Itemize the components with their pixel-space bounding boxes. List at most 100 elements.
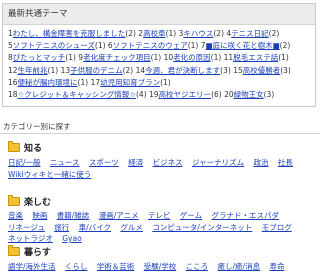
theme-link[interactable]: ぴたっとマッチ: [13, 53, 66, 62]
theme-item-count: (3): [220, 65, 231, 75]
theme-item-count: (1): [150, 53, 162, 63]
category-heading: カテゴリー別に探す: [3, 122, 71, 131]
section-title: 楽しむ: [24, 197, 52, 208]
theme-link[interactable]: ソフトテニスのウェア: [113, 41, 188, 50]
folder-icon: [8, 140, 20, 152]
section-title: 知る: [24, 143, 43, 154]
theme-item: 2高校車(1): [138, 29, 176, 38]
theme-item-number: 16: [8, 77, 18, 87]
category-link[interactable]: 学術＆芸術: [97, 262, 135, 271]
category-link[interactable]: 映画: [32, 211, 47, 220]
theme-list: 1わたし、構金障害を克服しました(2) 2高校車(1) 3キハウス(2) 4テニ…: [3, 25, 315, 101]
theme-link[interactable]: 生年前兆: [18, 66, 48, 75]
theme-item: 15高校優勝者(3): [233, 66, 291, 75]
theme-item: 9老化度チェック項目(1): [78, 53, 161, 62]
theme-link[interactable]: 脱毛エステ話: [233, 53, 278, 62]
theme-item-count: (1): [47, 65, 59, 75]
theme-link[interactable]: わたし、構金障害を克服しました: [13, 29, 126, 38]
theme-item-number: 18: [8, 90, 18, 100]
category-link[interactable]: ネットラジオ: [8, 234, 53, 243]
folder-icon: [8, 244, 20, 256]
theme-item: 11脱毛エステ話(1): [224, 53, 289, 62]
theme-item-number: 14: [135, 65, 146, 75]
theme-item-count: (2): [268, 29, 280, 38]
theme-item-count: (2): [213, 29, 224, 38]
latest-themes-title: 最新共通テーマ: [3, 4, 315, 25]
theme-item-count: (3): [263, 90, 275, 100]
category-link[interactable]: Gyao: [62, 234, 81, 243]
category-link[interactable]: スポーツ: [89, 158, 119, 167]
theme-link[interactable]: テニス日記: [231, 29, 269, 38]
category-link[interactable]: 書籍/雑誌: [57, 211, 90, 220]
category-link[interactable]: こころ: [186, 262, 209, 271]
theme-link[interactable]: 今週、君が決断します: [145, 66, 220, 75]
theme-item-count: (1): [210, 53, 222, 63]
category-link[interactable]: 経済: [128, 158, 143, 167]
folder-icon: [8, 194, 20, 206]
section-live-links: 語学/海外生活 くらし 学術＆芸術 受験/学校 こころ 癒し/癒/消息 寿命: [8, 261, 308, 273]
theme-link[interactable]: 老化度チェック項目: [83, 53, 151, 62]
theme-item: 18☆クレジット＆キャッシング情報☆(4): [8, 90, 147, 99]
theme-link[interactable]: 便秘が腸内環境に: [18, 78, 78, 87]
theme-item-count: (1): [165, 29, 177, 38]
theme-link[interactable]: 高校優勝者: [243, 66, 281, 75]
latest-themes-box: 最新共通テーマ 1わたし、構金障害を克服しました(2) 2高校車(1) 3キハウ…: [2, 3, 316, 107]
category-link[interactable]: 音楽: [8, 211, 23, 220]
theme-item-number: 15: [233, 65, 243, 75]
theme-item-number: 11: [223, 53, 234, 63]
theme-item-count: (1): [278, 53, 289, 63]
category-link[interactable]: テレビ: [148, 211, 171, 220]
section-enjoy-links: 音楽 映画 書籍/雑誌 漫画/アニメ テレビ ゲーム グラナド・エスパダ リネー…: [8, 210, 308, 245]
theme-item-count: (2): [125, 29, 136, 38]
section-enjoy-header: 楽しむ: [8, 194, 51, 208]
theme-link[interactable]: キハウス: [183, 29, 213, 38]
category-link[interactable]: モブログ: [262, 223, 292, 232]
theme-link[interactable]: ソフトテニスのシューズ: [13, 41, 95, 50]
theme-item-count: (1): [77, 77, 89, 87]
theme-link[interactable]: 高校車: [143, 29, 166, 38]
theme-item: 17幼児用知育ブラン(1): [91, 78, 171, 87]
category-link[interactable]: 癒し/癒/消息: [218, 262, 261, 271]
theme-link[interactable]: 緑物王女: [234, 90, 264, 99]
theme-item: 8ぴたっとマッチ(1): [8, 53, 76, 62]
category-link[interactable]: 受験/学校: [144, 262, 177, 271]
theme-link[interactable]: 子供服のデニム: [70, 66, 123, 75]
theme-item-number: 17: [90, 77, 101, 87]
category-link[interactable]: 政治: [253, 158, 268, 167]
theme-item: 19高校ヤジエリー(6): [149, 90, 222, 99]
theme-item: 10老化の原因(1): [164, 53, 222, 62]
theme-item: 12生年前兆(1): [8, 66, 58, 75]
theme-item-count: (1): [160, 77, 171, 87]
theme-item-count: (3): [280, 65, 291, 75]
category-link[interactable]: 日記/一般: [8, 158, 41, 167]
theme-item: 5ソフトテニスのシューズ(1): [8, 41, 106, 50]
category-link[interactable]: 漫画/アニメ: [99, 211, 139, 220]
category-link[interactable]: ニュース: [50, 158, 80, 167]
category-link[interactable]: グルメ: [120, 223, 143, 232]
theme-item-number: 12: [8, 65, 18, 75]
theme-item-count: (6): [211, 90, 222, 100]
category-link[interactable]: Wikiウィキと一緒に使う: [8, 170, 91, 179]
theme-item: 4テニス日記(2): [226, 29, 279, 38]
category-link[interactable]: 車/バイク: [79, 223, 111, 232]
category-link[interactable]: 寿命: [269, 262, 284, 271]
category-link[interactable]: リネージュ: [8, 223, 45, 232]
theme-item: 13子供服のデニム(2): [61, 66, 134, 75]
category-link[interactable]: 旅行: [54, 223, 69, 232]
category-link[interactable]: 社長: [278, 158, 293, 167]
category-link[interactable]: ジャーナリズム: [192, 158, 244, 167]
theme-link[interactable]: 老化の原因: [173, 53, 211, 62]
theme-link[interactable]: ■庭に咲く花と樹木■: [206, 41, 280, 50]
category-link[interactable]: コンピュータ/インターネット: [152, 223, 252, 232]
category-link[interactable]: 語学/海外生活: [8, 262, 56, 271]
section-know-header: 知る: [8, 140, 42, 154]
theme-link[interactable]: ☆クレジット＆キャッシング情報☆: [18, 90, 136, 99]
category-link[interactable]: ゲーム: [180, 211, 202, 220]
theme-item-number: 20: [224, 90, 234, 100]
category-link[interactable]: グラナド・エスパダ: [212, 211, 280, 220]
category-link[interactable]: くらし: [65, 262, 88, 271]
category-link[interactable]: ビジネス: [153, 158, 183, 167]
theme-link[interactable]: 幼児用知育ブラン: [100, 78, 160, 87]
theme-item-number: 13: [60, 65, 71, 75]
theme-link[interactable]: 高校ヤジエリー: [159, 90, 212, 99]
